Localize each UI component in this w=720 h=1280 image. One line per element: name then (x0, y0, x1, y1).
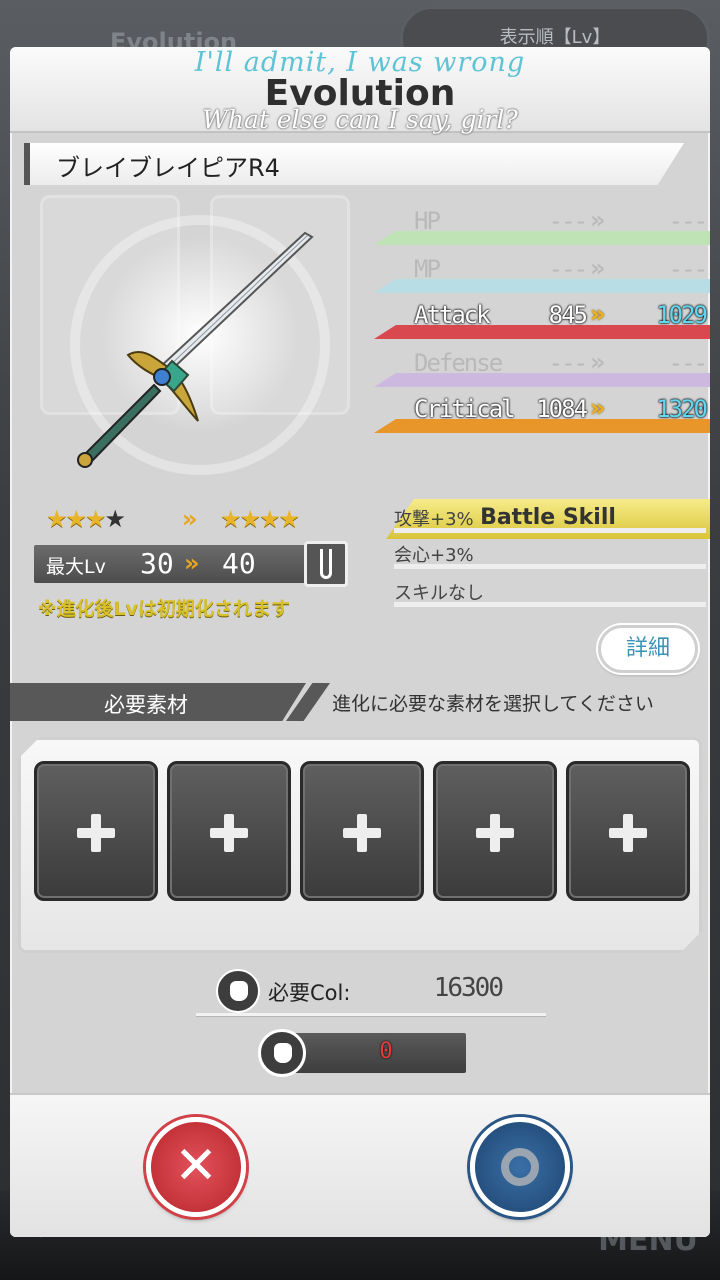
action-bar (10, 1093, 710, 1237)
stat-name: Defense (414, 349, 503, 377)
evolution-dialog: Evolution I'll admit, I was wrong What e… (10, 47, 710, 1237)
stat-after: --- (668, 349, 708, 377)
stat-arrow-icon: » (590, 348, 605, 376)
confirm-button[interactable] (470, 1117, 570, 1217)
caption-bottom: What else can I say, girl? (202, 105, 518, 134)
stat-name: Critical (414, 395, 516, 423)
required-col-value: 16300 (433, 973, 504, 1003)
skill-line: 会心+3% (394, 539, 706, 569)
stat-row-attack: Attack 845 » 1029 (374, 299, 710, 339)
stat-current: --- (548, 207, 588, 235)
material-slot-2[interactable] (167, 761, 291, 901)
stat-row-hp: HP --- » --- (374, 205, 710, 245)
skill-text: スキルなし (394, 583, 484, 604)
max-level-to: 40 (222, 547, 256, 580)
stat-after: 1320 (656, 395, 708, 423)
stat-arrow-icon: » (590, 300, 605, 328)
cancel-button[interactable]: ✕ (146, 1117, 246, 1217)
stat-arrow-icon: » (590, 206, 605, 234)
skill-text: 攻撃+3% (394, 509, 474, 530)
wallet-bag-icon (258, 1029, 306, 1077)
stat-after: 1029 (656, 301, 708, 329)
weapon-art-area (30, 195, 370, 495)
materials-label: 必要素材 (104, 693, 188, 717)
max-level-from: 30 (140, 547, 174, 580)
rapier-icon (77, 231, 314, 468)
stat-arrow-icon: » (590, 394, 605, 422)
stat-name: Attack (414, 301, 491, 329)
dialog-header: Evolution I'll admit, I was wrong What e… (10, 47, 710, 134)
material-slot-1[interactable] (34, 761, 158, 901)
material-slot-4[interactable] (433, 761, 557, 901)
skill-line: スキルなし (394, 577, 706, 607)
material-slot-3[interactable] (300, 761, 424, 901)
circle-icon (501, 1148, 539, 1186)
materials-label-bar: 必要素材 (10, 683, 306, 721)
rarity-before: ★★★★ (46, 505, 126, 533)
stat-row-mp: MP --- » --- (374, 253, 710, 293)
owned-col-value: 0 (379, 1039, 393, 1064)
material-slot-5[interactable] (566, 761, 690, 901)
stat-current: 1084 (536, 395, 588, 423)
stat-current: 845 (548, 301, 588, 329)
cost-divider (196, 1013, 546, 1017)
skill-text: 会心+3% (394, 545, 474, 566)
stat-name: MP (414, 255, 441, 283)
max-level-bar: 最大Lv 30 » 40 (34, 545, 334, 583)
stat-after: --- (668, 255, 708, 283)
item-name: ブレイブレイピアR4 (56, 154, 280, 182)
item-name-bar: ブレイブレイピアR4 (24, 143, 684, 185)
stat-name: HP (414, 207, 441, 235)
rarity-row: ★★★★ » ★★★★ (46, 505, 346, 537)
stat-row-critical: Critical 1084 » 1320 (374, 393, 710, 433)
close-icon: ✕ (174, 1136, 218, 1196)
required-col-label: 必要Col: (268, 981, 351, 1005)
rarity-after: ★★★★ (220, 505, 300, 533)
weapon-type-icon (304, 541, 348, 587)
stat-current: --- (548, 255, 588, 283)
level-reset-notice: ※進化後Lvは初期化されます (38, 598, 290, 620)
details-button[interactable]: 詳細 (598, 625, 698, 673)
max-level-label: 最大Lv (46, 556, 106, 578)
skill-line: 攻撃+3% (394, 503, 706, 533)
materials-hint: 進化に必要な素材を選択してください (332, 693, 654, 715)
rarity-arrow-icon: » (182, 505, 197, 533)
level-arrow-icon: » (184, 549, 199, 577)
stat-after: --- (668, 207, 708, 235)
stat-current: --- (548, 349, 588, 377)
stat-row-defense: Defense --- » --- (374, 347, 710, 387)
stat-arrow-icon: » (590, 254, 605, 282)
col-bag-icon (216, 969, 260, 1013)
caption-top: I'll admit, I was wrong (194, 47, 526, 78)
